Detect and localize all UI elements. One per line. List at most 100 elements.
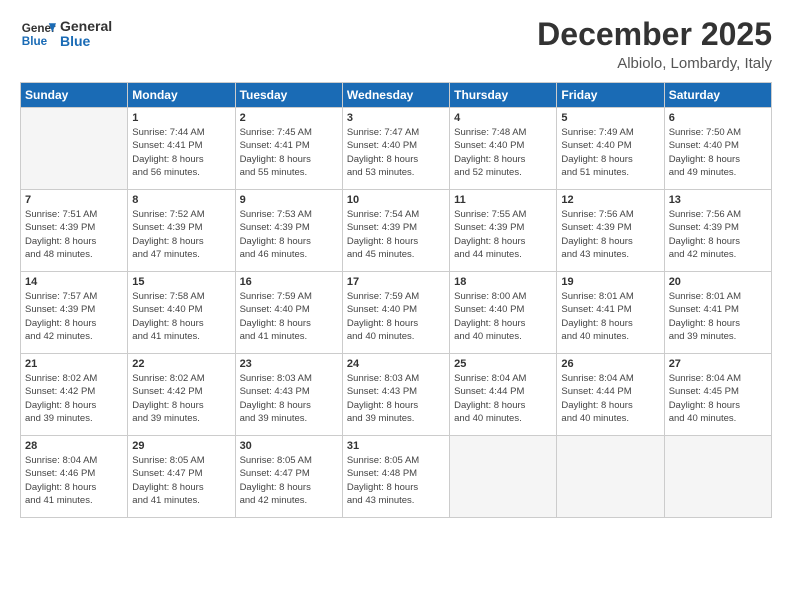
day-number: 22 — [132, 358, 230, 370]
calendar-week-row: 28 Sunrise: 8:04 AM Sunset: 4:46 PM Dayli… — [21, 436, 772, 518]
day-info: Sunrise: 7:50 AM Sunset: 4:40 PM Dayligh… — [669, 126, 767, 179]
day-info: Sunrise: 8:01 AM Sunset: 4:41 PM Dayligh… — [669, 290, 767, 343]
day-number: 15 — [132, 276, 230, 288]
day-number: 18 — [454, 276, 552, 288]
calendar-cell: 8Sunrise: 7:52 AM Sunset: 4:39 PM Daylig… — [128, 190, 235, 272]
day-info: Sunrise: 8:03 AM Sunset: 4:43 PM Dayligh… — [240, 372, 338, 425]
day-number: 13 — [669, 194, 767, 206]
day-info: Sunrise: 8:04 AM Sunset: 4:46 PM Dayligh… — [25, 454, 123, 507]
page-header: General Blue General Blue December 2025 … — [20, 16, 772, 72]
calendar-cell: 18 Sunrise: 8:00 AM Sunset: 4:40 PM Dayli… — [450, 272, 557, 354]
calendar-cell: 28 Sunrise: 8:04 AM Sunset: 4:46 PM Dayli… — [21, 436, 128, 518]
day-number: 3 — [347, 112, 445, 124]
calendar-cell: 12 Sunrise: 7:56 AM Sunset: 4:39 PM Dayli… — [557, 190, 664, 272]
calendar-cell — [21, 108, 128, 190]
day-number: 9 — [240, 194, 338, 206]
day-info: Sunrise: 8:05 AM Sunset: 4:47 PM Dayligh… — [132, 454, 230, 507]
day-number: 23 — [240, 358, 338, 370]
day-info: Sunrise: 7:59 AM Sunset: 4:40 PM Dayligh… — [240, 290, 338, 343]
calendar-cell: 2 Sunrise: 7:45 AM Sunset: 4:41 PM Daylig… — [235, 108, 342, 190]
calendar-cell: 24 Sunrise: 8:03 AM Sunset: 4:43 PM Dayli… — [342, 354, 449, 436]
day-info: Sunrise: 8:05 AM Sunset: 4:47 PM Dayligh… — [240, 454, 338, 507]
calendar-cell: 23 Sunrise: 8:03 AM Sunset: 4:43 PM Dayli… — [235, 354, 342, 436]
weekday-header: Monday — [128, 83, 235, 108]
calendar-cell: 7 Sunrise: 7:51 AM Sunset: 4:39 PM Daylig… — [21, 190, 128, 272]
day-number: 4 — [454, 112, 552, 124]
calendar-week-row: 21 Sunrise: 8:02 AM Sunset: 4:42 PM Dayli… — [21, 354, 772, 436]
page-container: General Blue General Blue December 2025 … — [0, 0, 792, 528]
day-info: Sunrise: 7:44 AM Sunset: 4:41 PM Dayligh… — [132, 126, 230, 179]
day-info: Sunrise: 8:03 AM Sunset: 4:43 PM Dayligh… — [347, 372, 445, 425]
calendar-cell: 10Sunrise: 7:54 AM Sunset: 4:39 PM Dayli… — [342, 190, 449, 272]
logo: General Blue General Blue — [20, 16, 112, 52]
calendar-cell: 26Sunrise: 8:04 AM Sunset: 4:44 PM Dayli… — [557, 354, 664, 436]
weekday-header: Sunday — [21, 83, 128, 108]
day-number: 16 — [240, 276, 338, 288]
calendar-week-row: 7 Sunrise: 7:51 AM Sunset: 4:39 PM Daylig… — [21, 190, 772, 272]
day-number: 24 — [347, 358, 445, 370]
calendar-week-row: 1Sunrise: 7:44 AM Sunset: 4:41 PM Daylig… — [21, 108, 772, 190]
calendar-cell: 6 Sunrise: 7:50 AM Sunset: 4:40 PM Daylig… — [664, 108, 771, 190]
calendar-cell: 1Sunrise: 7:44 AM Sunset: 4:41 PM Daylig… — [128, 108, 235, 190]
day-number: 20 — [669, 276, 767, 288]
day-number: 25 — [454, 358, 552, 370]
day-number: 30 — [240, 440, 338, 452]
weekday-header: Friday — [557, 83, 664, 108]
day-info: Sunrise: 7:49 AM Sunset: 4:40 PM Dayligh… — [561, 126, 659, 179]
day-info: Sunrise: 7:55 AM Sunset: 4:39 PM Dayligh… — [454, 208, 552, 261]
calendar-cell: 22 Sunrise: 8:02 AM Sunset: 4:42 PM Dayli… — [128, 354, 235, 436]
day-number: 8 — [132, 194, 230, 206]
day-number: 28 — [25, 440, 123, 452]
calendar-cell: 15 Sunrise: 7:58 AM Sunset: 4:40 PM Dayli… — [128, 272, 235, 354]
day-number: 21 — [25, 358, 123, 370]
logo-general: General — [60, 19, 112, 34]
calendar-cell: 13 Sunrise: 7:56 AM Sunset: 4:39 PM Dayli… — [664, 190, 771, 272]
calendar-week-row: 14Sunrise: 7:57 AM Sunset: 4:39 PM Dayli… — [21, 272, 772, 354]
day-number: 6 — [669, 112, 767, 124]
day-info: Sunrise: 7:54 AM Sunset: 4:39 PM Dayligh… — [347, 208, 445, 261]
day-info: Sunrise: 7:51 AM Sunset: 4:39 PM Dayligh… — [25, 208, 123, 261]
day-info: Sunrise: 8:00 AM Sunset: 4:40 PM Dayligh… — [454, 290, 552, 343]
svg-text:Blue: Blue — [22, 35, 48, 48]
day-number: 7 — [25, 194, 123, 206]
day-info: Sunrise: 8:05 AM Sunset: 4:48 PM Dayligh… — [347, 454, 445, 507]
calendar-cell: 19Sunrise: 8:01 AM Sunset: 4:41 PM Dayli… — [557, 272, 664, 354]
weekday-header-row: SundayMondayTuesdayWednesdayThursdayFrid… — [21, 83, 772, 108]
day-number: 27 — [669, 358, 767, 370]
calendar-cell: 16 Sunrise: 7:59 AM Sunset: 4:40 PM Dayli… — [235, 272, 342, 354]
day-info: Sunrise: 8:02 AM Sunset: 4:42 PM Dayligh… — [132, 372, 230, 425]
logo-blue: Blue — [60, 34, 112, 49]
logo-icon: General Blue — [20, 16, 56, 52]
calendar-cell: 4Sunrise: 7:48 AM Sunset: 4:40 PM Daylig… — [450, 108, 557, 190]
calendar-cell: 31Sunrise: 8:05 AM Sunset: 4:48 PM Dayli… — [342, 436, 449, 518]
day-info: Sunrise: 7:53 AM Sunset: 4:39 PM Dayligh… — [240, 208, 338, 261]
calendar-cell: 27 Sunrise: 8:04 AM Sunset: 4:45 PM Dayli… — [664, 354, 771, 436]
weekday-header: Tuesday — [235, 83, 342, 108]
calendar-cell: 9 Sunrise: 7:53 AM Sunset: 4:39 PM Daylig… — [235, 190, 342, 272]
day-info: Sunrise: 7:59 AM Sunset: 4:40 PM Dayligh… — [347, 290, 445, 343]
day-number: 12 — [561, 194, 659, 206]
calendar-cell — [664, 436, 771, 518]
weekday-header: Thursday — [450, 83, 557, 108]
day-number: 11 — [454, 194, 552, 206]
calendar-cell: 11 Sunrise: 7:55 AM Sunset: 4:39 PM Dayli… — [450, 190, 557, 272]
day-info: Sunrise: 7:57 AM Sunset: 4:39 PM Dayligh… — [25, 290, 123, 343]
day-number: 2 — [240, 112, 338, 124]
day-info: Sunrise: 7:56 AM Sunset: 4:39 PM Dayligh… — [669, 208, 767, 261]
weekday-header: Saturday — [664, 83, 771, 108]
calendar-cell — [557, 436, 664, 518]
day-info: Sunrise: 8:04 AM Sunset: 4:44 PM Dayligh… — [454, 372, 552, 425]
calendar-cell — [450, 436, 557, 518]
calendar-cell: 5Sunrise: 7:49 AM Sunset: 4:40 PM Daylig… — [557, 108, 664, 190]
day-info: Sunrise: 7:45 AM Sunset: 4:41 PM Dayligh… — [240, 126, 338, 179]
day-info: Sunrise: 7:58 AM Sunset: 4:40 PM Dayligh… — [132, 290, 230, 343]
title-block: December 2025 Albiolo, Lombardy, Italy — [537, 16, 772, 72]
calendar-cell: 20 Sunrise: 8:01 AM Sunset: 4:41 PM Dayli… — [664, 272, 771, 354]
day-info: Sunrise: 7:56 AM Sunset: 4:39 PM Dayligh… — [561, 208, 659, 261]
day-number: 19 — [561, 276, 659, 288]
calendar-cell: 21Sunrise: 8:02 AM Sunset: 4:42 PM Dayli… — [21, 354, 128, 436]
day-info: Sunrise: 8:04 AM Sunset: 4:45 PM Dayligh… — [669, 372, 767, 425]
calendar-cell: 17 Sunrise: 7:59 AM Sunset: 4:40 PM Dayli… — [342, 272, 449, 354]
day-number: 17 — [347, 276, 445, 288]
calendar-cell: 25 Sunrise: 8:04 AM Sunset: 4:44 PM Dayli… — [450, 354, 557, 436]
